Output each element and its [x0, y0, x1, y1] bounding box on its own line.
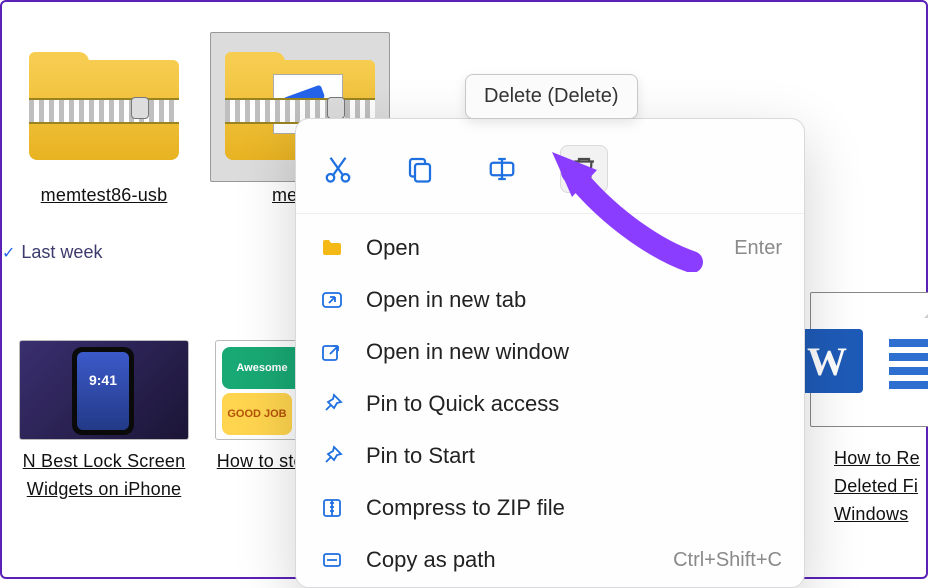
thumbnail-icon: 9:41 — [19, 340, 189, 440]
word-doc-icon: W — [810, 292, 928, 427]
menu-item-label: Compress to ZIP file — [366, 495, 565, 521]
file-label: N Best Lock Screen Widgets on iPhone — [14, 448, 194, 504]
menu-item-compress-zip[interactable]: Compress to ZIP file — [302, 482, 798, 534]
folder-icon — [318, 234, 346, 262]
menu-item-label: Pin to Quick access — [366, 391, 559, 417]
group-header-label: Last week — [21, 242, 102, 263]
chevron-down-icon: ✓ — [2, 243, 15, 263]
context-menu-toolbar — [296, 119, 804, 214]
new-tab-icon — [318, 286, 346, 314]
file-item-word-doc[interactable]: W How to Re Deleted Fi Windows — [800, 292, 928, 529]
cut-button[interactable] — [314, 145, 362, 193]
rename-button[interactable] — [478, 145, 526, 193]
copy-icon — [405, 154, 435, 184]
pin-icon — [318, 442, 346, 470]
group-header-last-week[interactable]: ✓ Last week — [2, 242, 102, 263]
menu-item-label: Open in new tab — [366, 287, 526, 313]
menu-item-open[interactable]: Open Enter — [302, 222, 798, 274]
trash-icon — [569, 154, 599, 184]
menu-item-copy-as-path[interactable]: Copy as path Ctrl+Shift+C — [302, 534, 798, 586]
tooltip-text: Delete (Delete) — [484, 85, 619, 107]
path-icon — [318, 546, 346, 574]
zip-icon — [318, 494, 346, 522]
file-item-zip-1[interactable]: memtest86-usb — [14, 32, 194, 210]
cut-icon — [323, 154, 353, 184]
menu-item-open-new-tab[interactable]: Open in new tab — [302, 274, 798, 326]
file-label: How to Re Deleted Fi Windows — [800, 445, 928, 529]
file-item-doc-1[interactable]: 9:41 N Best Lock Screen Widgets on iPhon… — [14, 340, 194, 504]
zip-folder-icon — [14, 32, 194, 182]
menu-item-open-new-window[interactable]: Open in new window — [302, 326, 798, 378]
file-label: memtest86-usb — [14, 182, 194, 210]
new-window-icon — [318, 338, 346, 366]
copy-button[interactable] — [396, 145, 444, 193]
menu-item-pin-quick-access[interactable]: Pin to Quick access — [302, 378, 798, 430]
menu-item-label: Pin to Start — [366, 443, 475, 469]
delete-tooltip: Delete (Delete) — [465, 74, 638, 119]
menu-item-label: Open in new window — [366, 339, 569, 365]
menu-item-label: Copy as path — [366, 547, 496, 573]
delete-button[interactable] — [560, 145, 608, 193]
menu-item-pin-start[interactable]: Pin to Start — [302, 430, 798, 482]
menu-item-label: Open — [366, 235, 420, 261]
rename-icon — [487, 154, 517, 184]
pin-icon — [318, 390, 346, 418]
menu-item-shortcut: Ctrl+Shift+C — [673, 549, 782, 572]
context-menu: Open Enter Open in new tab Open in new w… — [295, 118, 805, 588]
menu-item-shortcut: Enter — [734, 237, 782, 260]
context-menu-list: Open Enter Open in new tab Open in new w… — [296, 214, 804, 588]
